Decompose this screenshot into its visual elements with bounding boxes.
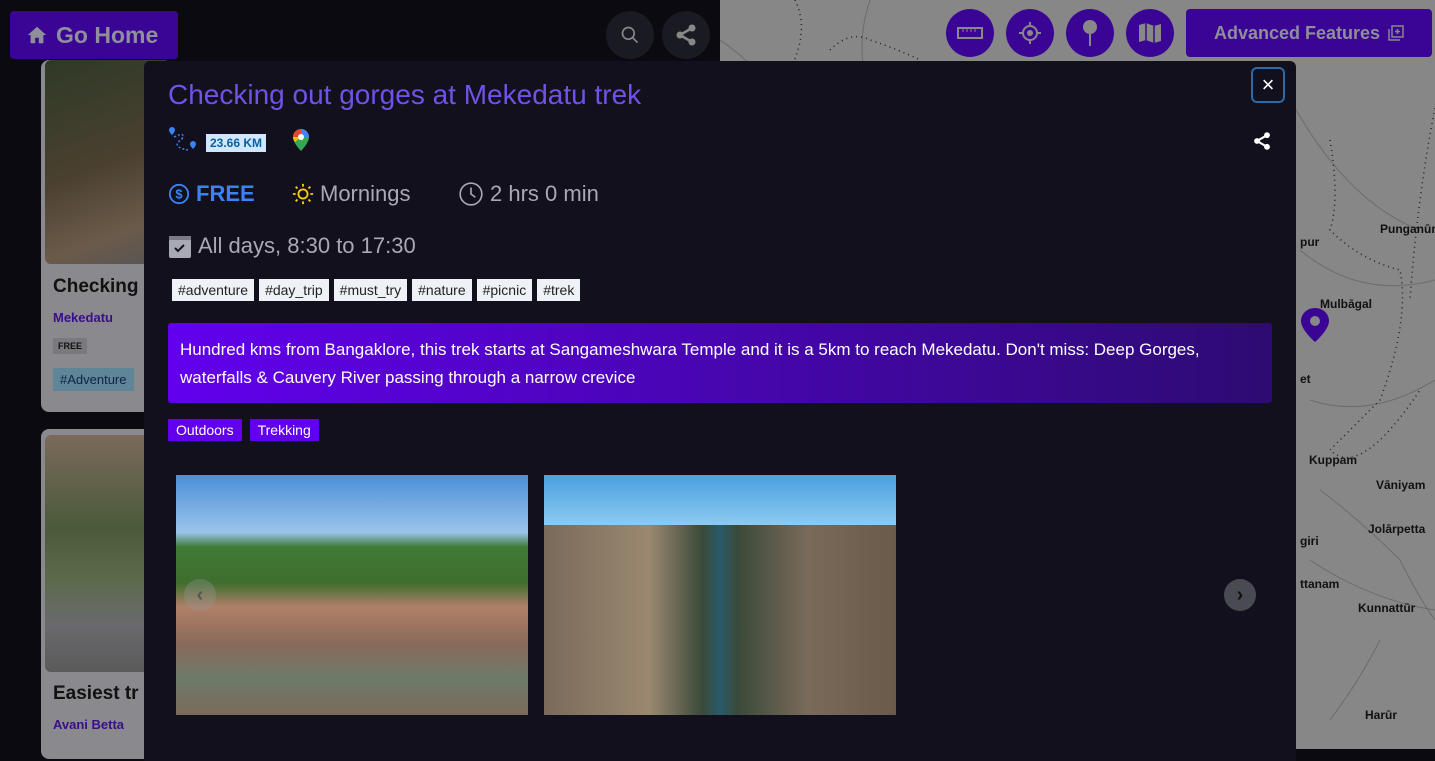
- hashtag[interactable]: #picnic: [476, 279, 533, 301]
- google-maps-icon[interactable]: [292, 128, 310, 152]
- svg-text:$: $: [175, 187, 182, 202]
- pin-button[interactable]: [1066, 9, 1114, 57]
- advanced-features-button[interactable]: Advanced Features: [1186, 9, 1432, 57]
- close-button[interactable]: ×: [1251, 67, 1285, 103]
- measure-button[interactable]: [946, 9, 994, 57]
- hashtag[interactable]: #adventure: [172, 279, 255, 301]
- map-icon: [1139, 23, 1161, 43]
- ruler-icon: [957, 27, 983, 39]
- close-icon: ×: [1261, 72, 1275, 97]
- map-label: Jolārpetta: [1368, 522, 1426, 536]
- home-icon: [27, 26, 47, 44]
- card-title: Easiest tr: [53, 683, 139, 704]
- card-tag[interactable]: #Adventure: [53, 368, 134, 391]
- hashtag[interactable]: #trek: [537, 279, 581, 301]
- card-location[interactable]: Mekedatu: [53, 310, 113, 325]
- map-label: Harūr: [1365, 708, 1398, 722]
- price-info: $ FREE: [168, 181, 255, 207]
- locate-button[interactable]: [1006, 9, 1054, 57]
- route-icon: [169, 127, 196, 151]
- category-list: Outdoors Trekking: [168, 419, 327, 441]
- duration-label: 2 hrs 0 min: [490, 181, 599, 206]
- gallery-prev-button[interactable]: ‹: [184, 579, 216, 611]
- modal-title: Checking out gorges at Mekedatu trek: [168, 79, 642, 110]
- price-label: FREE: [196, 181, 255, 206]
- hashtag[interactable]: #must_try: [333, 279, 408, 301]
- share-icon[interactable]: [1252, 130, 1272, 152]
- card-title: Checking: [53, 276, 139, 297]
- crosshair-icon: [1019, 22, 1041, 44]
- gallery-next-button[interactable]: ›: [1224, 579, 1256, 611]
- card-location[interactable]: Avani Betta: [53, 717, 124, 732]
- hashtag[interactable]: #day_trip: [259, 279, 329, 301]
- search-button[interactable]: [606, 11, 654, 59]
- map-label: giri: [1300, 534, 1319, 548]
- sun-icon: [292, 183, 314, 205]
- share-icon: [676, 24, 696, 46]
- calendar-check-icon: [169, 236, 191, 258]
- hashtag[interactable]: #nature: [412, 279, 472, 301]
- map-label: Punganūr: [1380, 222, 1435, 236]
- category-tag[interactable]: Outdoors: [168, 419, 242, 441]
- distance-badge: 23.66 KM: [206, 134, 267, 152]
- schedule-label: All days, 8:30 to 17:30: [198, 233, 416, 258]
- go-home-button[interactable]: Go Home: [10, 11, 178, 59]
- map-label: Kuppam: [1309, 453, 1357, 467]
- map-label: pur: [1300, 235, 1320, 249]
- map-label: ttanam: [1300, 577, 1340, 591]
- category-tag[interactable]: Trekking: [249, 419, 319, 441]
- gallery-photo[interactable]: [176, 475, 528, 715]
- card-price-badge: FREE: [53, 338, 88, 354]
- chevron-left-icon: ‹: [196, 583, 204, 606]
- search-icon: [621, 26, 639, 44]
- advanced-features-label: Advanced Features: [1213, 22, 1381, 43]
- map-layers-button[interactable]: [1126, 9, 1174, 57]
- time-of-day-label: Mornings: [320, 181, 411, 206]
- duration-info: 2 hrs 0 min: [458, 181, 599, 207]
- schedule-info: All days, 8:30 to 17:30: [168, 233, 416, 259]
- place-detail-modal: Checking out gorges at Mekedatu trek × 2…: [144, 61, 1296, 761]
- map-marker-icon[interactable]: [1300, 307, 1330, 343]
- go-home-label: Go Home: [56, 21, 159, 48]
- clock-icon: [459, 182, 483, 206]
- add-window-icon: [1388, 25, 1404, 41]
- time-of-day-info: Mornings: [292, 181, 410, 207]
- map-label: et: [1300, 372, 1311, 386]
- chevron-right-icon: ›: [1236, 583, 1244, 606]
- share-button[interactable]: [662, 11, 710, 59]
- description: Hundred kms from Bangaklore, this trek s…: [168, 323, 1272, 403]
- pin-icon: [1083, 20, 1097, 46]
- gallery-photo[interactable]: [544, 475, 896, 715]
- map-label: Kunnattūr: [1358, 601, 1416, 615]
- map-label: Vāniyam: [1376, 478, 1426, 492]
- dollar-icon: $: [168, 183, 190, 205]
- hashtag-list: #adventure #day_trip #must_try #nature #picn…: [172, 279, 585, 301]
